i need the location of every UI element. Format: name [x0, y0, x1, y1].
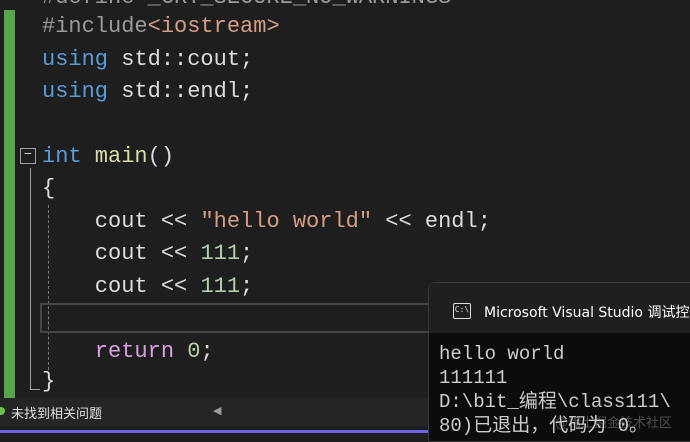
code-line-include: #include<iostream> [42, 11, 280, 43]
issues-status[interactable]: 未找到相关问题 [11, 403, 102, 422]
output-line: hello world [439, 343, 565, 365]
change-indicator-bar [4, 10, 15, 398]
keyword: using [42, 79, 109, 104]
output-line: 111111 [439, 367, 508, 389]
keyword: int [42, 144, 82, 169]
watermark: @稀土掘金技术社区 [555, 416, 673, 431]
console-title-bar[interactable]: C:\ Microsoft Visual Studio 调试控制台 [429, 283, 690, 333]
status-ok-icon [0, 407, 5, 415]
string-literal: "hello world" [200, 209, 373, 234]
fold-line [30, 168, 31, 390]
code-line-close-brace: } [42, 369, 56, 394]
scroll-left-icon[interactable]: ◀ [213, 404, 221, 417]
function-name: main [81, 144, 148, 169]
code-line-cout-111: cout << 111; [42, 271, 253, 303]
code-line-cout-111: cout << 111; [42, 238, 253, 270]
code-text: () [147, 144, 175, 169]
output-line: D:\bit_编程\class111\ [439, 391, 671, 413]
keyword: return [42, 339, 175, 364]
keyword: using [42, 47, 109, 72]
code-text: std::cout; [108, 47, 254, 72]
number-literal: 111 [200, 274, 241, 299]
console-title: Microsoft Visual Studio 调试控制台 [484, 305, 690, 321]
code-text: std::endl; [108, 79, 254, 104]
code-line-main: int main() [42, 141, 174, 173]
code-line-open-brace: { [42, 176, 56, 201]
include-header: <iostream> [147, 14, 280, 39]
number-literal: 111 [200, 241, 241, 266]
collapse-icon[interactable]: − [20, 148, 36, 164]
code-line-cout-hello: cout << "hello world" << endl; [42, 206, 491, 238]
code-text: cout << [42, 274, 201, 299]
fold-end [30, 389, 40, 390]
number-literal: 0 [174, 339, 201, 364]
code-line-using-endl: using std::endl; [42, 76, 253, 108]
code-text: cout << [42, 241, 201, 266]
code-text: ; [200, 339, 214, 364]
code-text: ; [240, 241, 254, 266]
preprocessor: #include [42, 14, 148, 39]
code-text: << endl; [372, 209, 491, 234]
code-line-using-cout: using std::cout; [42, 44, 253, 76]
current-line-highlight [40, 303, 440, 333]
code-text: ; [240, 274, 254, 299]
console-icon: C:\ [453, 303, 471, 319]
code-text: cout << [42, 209, 201, 234]
code-line-return: return 0; [42, 336, 214, 368]
